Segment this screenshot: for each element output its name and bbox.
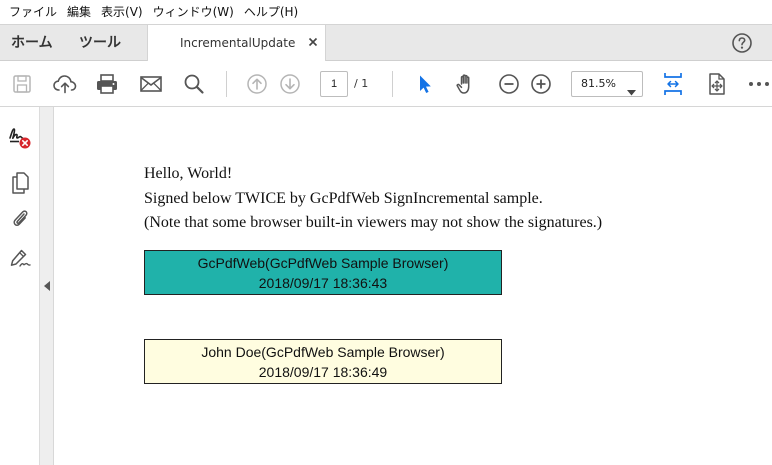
doc-line-3: (Note that some browser built-in viewers… — [144, 214, 603, 231]
hand-tool-icon[interactable] — [453, 71, 479, 97]
doc-line-1: Hello, World! — [144, 165, 233, 182]
search-icon[interactable] — [181, 71, 207, 97]
toolbar: / 1 81.5% — [0, 61, 772, 107]
more-icon[interactable] — [746, 71, 772, 97]
zoom-select[interactable]: 81.5% — [571, 71, 643, 97]
collapse-left-icon[interactable] — [44, 281, 50, 291]
tab-document[interactable]: IncrementalUpdate — [147, 25, 326, 62]
chevron-down-icon — [627, 81, 636, 100]
pages-icon[interactable] — [7, 170, 33, 196]
attachment-icon[interactable] — [7, 205, 33, 231]
signature-name: GcPdfWeb(GcPdfWeb Sample Browser) — [197, 255, 449, 271]
scrolling-mode-icon[interactable] — [704, 71, 730, 97]
toolbar-separator — [226, 71, 227, 97]
document-view: Hello, World! Signed below TWICE by GcPd… — [55, 107, 772, 465]
cloud-upload-icon[interactable] — [52, 71, 78, 97]
sidebar-collapse-strip[interactable] — [40, 107, 54, 465]
signature-name: John Doe(GcPdfWeb Sample Browser) — [201, 344, 445, 360]
signature-error-icon[interactable] — [7, 124, 33, 150]
menu-edit[interactable]: 編集 — [62, 0, 96, 24]
fill-sign-icon[interactable] — [7, 245, 33, 271]
doc-line-2: Signed below TWICE by GcPdfWeb SignIncre… — [144, 190, 543, 207]
left-rail — [0, 107, 40, 465]
menu-help[interactable]: ヘルプ(H) — [239, 0, 303, 24]
menu-window[interactable]: ウィンドウ(W) — [148, 0, 239, 24]
page-total: / 1 — [354, 77, 369, 90]
menu-view[interactable]: 表示(V) — [96, 0, 148, 24]
zoom-in-icon[interactable] — [528, 71, 554, 97]
tab-bar: ホーム ツール IncrementalUpdate — [0, 24, 772, 62]
tab-home[interactable]: ホーム — [11, 25, 53, 61]
email-icon[interactable] — [138, 71, 164, 97]
zoom-value: 81.5% — [581, 77, 616, 90]
toolbar-separator — [392, 71, 393, 97]
next-page-icon[interactable] — [277, 71, 303, 97]
save-icon[interactable] — [9, 71, 35, 97]
menu-bar: ファイル 編集 表示(V) ウィンドウ(W) ヘルプ(H) — [0, 0, 772, 24]
fit-page-icon[interactable] — [660, 71, 686, 97]
select-tool-icon[interactable] — [411, 71, 437, 97]
signature-field-2[interactable]: John Doe(GcPdfWeb Sample Browser) 2018/0… — [144, 339, 502, 384]
help-icon[interactable] — [731, 32, 753, 54]
signature-field-1[interactable]: GcPdfWeb(GcPdfWeb Sample Browser) 2018/0… — [144, 250, 502, 295]
menu-file[interactable]: ファイル — [4, 0, 62, 24]
tab-tools[interactable]: ツール — [79, 25, 121, 61]
close-icon[interactable] — [305, 34, 321, 50]
previous-page-icon[interactable] — [244, 71, 270, 97]
zoom-out-icon[interactable] — [496, 71, 522, 97]
page-number-input[interactable] — [320, 71, 348, 97]
tab-document-label: IncrementalUpdate — [180, 36, 296, 50]
signature-date: 2018/09/17 18:36:43 — [258, 275, 388, 291]
print-icon[interactable] — [94, 71, 120, 97]
signature-date: 2018/09/17 18:36:49 — [258, 364, 388, 380]
